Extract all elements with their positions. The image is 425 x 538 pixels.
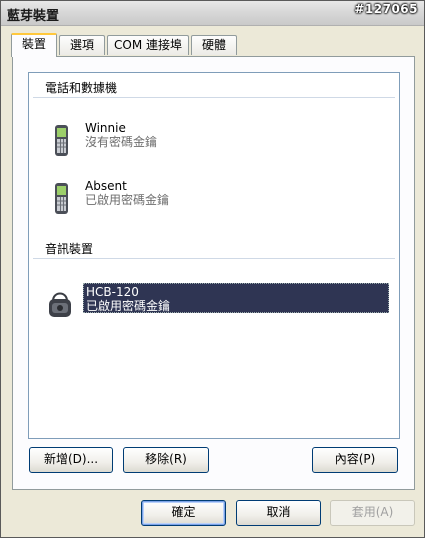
devices-tab-panel: 電話和數據機 Winnie 沒有密碼金鑰 Absent 已啟用密碼金鑰 音訊裝置…: [12, 56, 415, 490]
device-name: HCB-120: [86, 285, 139, 299]
tab-devices[interactable]: 裝置: [11, 33, 57, 57]
tab-com-ports-label: COM 連接埠: [114, 38, 182, 52]
apply-button[interactable]: 套用(A): [330, 500, 415, 526]
window-title: 藍芽裝置: [7, 9, 60, 24]
cancel-button[interactable]: 取消: [236, 500, 321, 526]
device-text: Absent 已啟用密碼金鑰: [83, 178, 389, 208]
headset-icon: [49, 292, 71, 317]
device-list[interactable]: 電話和數據機 Winnie 沒有密碼金鑰 Absent 已啟用密碼金鑰 音訊裝置…: [28, 72, 400, 439]
remove-button[interactable]: 移除(R): [123, 447, 209, 473]
tab-options-label: 選項: [69, 38, 94, 52]
properties-button[interactable]: 內容(P): [312, 447, 398, 473]
ok-button[interactable]: 確定: [141, 500, 226, 526]
tab-devices-label: 裝置: [21, 37, 46, 51]
tab-hardware[interactable]: 硬體: [191, 35, 237, 55]
device-text: Winnie 沒有密碼金鑰: [83, 120, 389, 150]
mobile-phone-icon: [55, 183, 68, 214]
title-bar[interactable]: 藍芽裝置 #127065: [1, 1, 424, 26]
device-text: HCB-120 已啟用密碼金鑰: [83, 283, 389, 313]
device-status: 沒有密碼金鑰: [85, 135, 158, 149]
mobile-phone-icon: [55, 125, 68, 156]
device-name: Winnie: [85, 121, 126, 135]
tab-options[interactable]: 選項: [59, 35, 105, 55]
group-divider: [33, 97, 395, 98]
device-item-winnie[interactable]: Winnie 沒有密碼金鑰: [33, 120, 389, 162]
add-button[interactable]: 新增(D)...: [29, 447, 113, 473]
tab-com-ports[interactable]: COM 連接埠: [107, 35, 189, 55]
watermark-text: #127065: [354, 2, 418, 16]
group-divider: [33, 258, 395, 259]
device-status: 已啟用密碼金鑰: [86, 299, 171, 313]
device-name: Absent: [85, 179, 127, 193]
group-header-phones: 電話和數據機: [45, 81, 118, 95]
group-header-audio: 音訊裝置: [45, 242, 94, 256]
device-item-hcb-120[interactable]: HCB-120 已啟用密碼金鑰: [33, 283, 389, 325]
device-status: 已啟用密碼金鑰: [85, 193, 170, 207]
device-item-absent[interactable]: Absent 已啟用密碼金鑰: [33, 178, 389, 220]
bluetooth-devices-window: 藍芽裝置 #127065 裝置 選項 COM 連接埠 硬體 電話和數據機 Win…: [0, 0, 425, 538]
tab-hardware-label: 硬體: [201, 38, 226, 52]
